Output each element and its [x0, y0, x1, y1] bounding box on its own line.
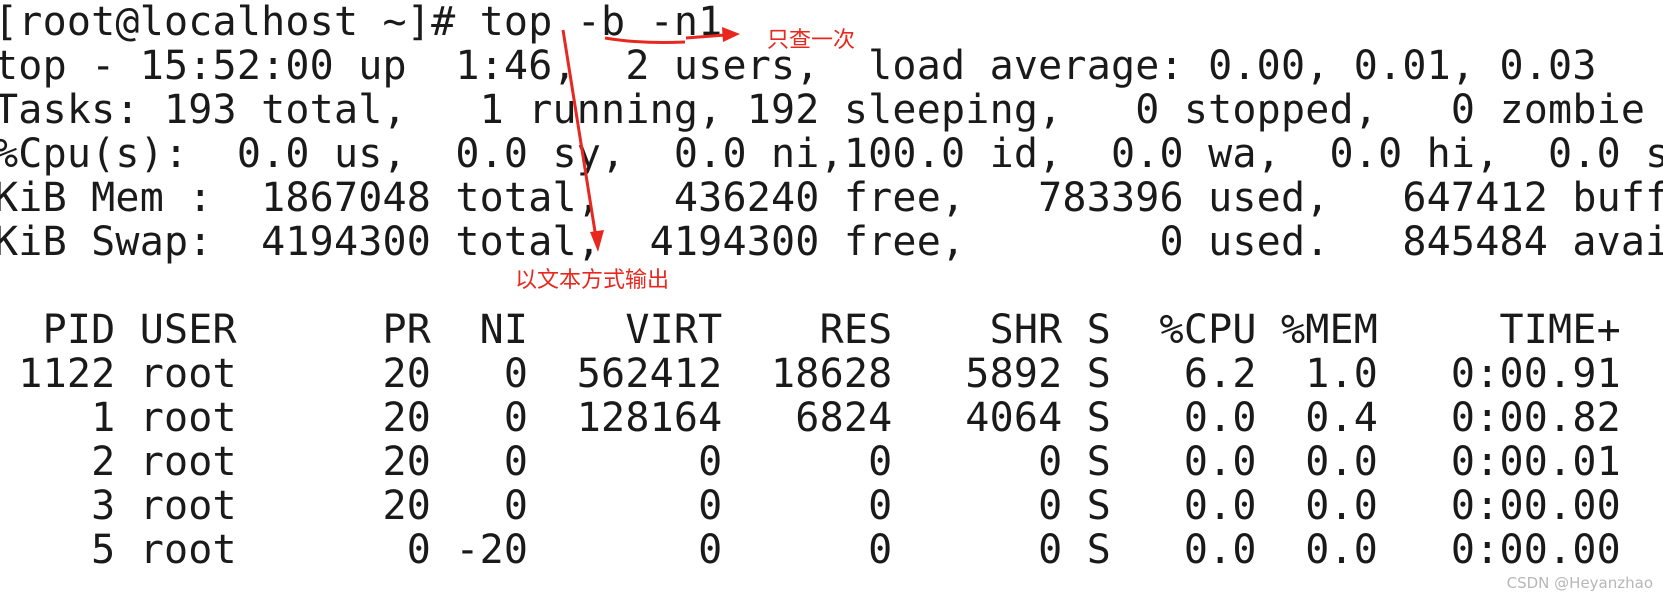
underline-mark: [604, 36, 686, 44]
arrowhead-text-output: [590, 230, 604, 252]
annotation-text-output-label: 以文本方式输出: [515, 268, 670, 293]
arrow-line-text-output: [561, 29, 598, 239]
annotation-overlay: [561, 27, 740, 252]
annotation-once-label: 只查一次: [767, 28, 856, 53]
arrowhead-once: [722, 27, 740, 42]
arrow-line-once: [685, 33, 726, 40]
watermark-text: CSDN @Heyanzhao: [1506, 574, 1653, 592]
